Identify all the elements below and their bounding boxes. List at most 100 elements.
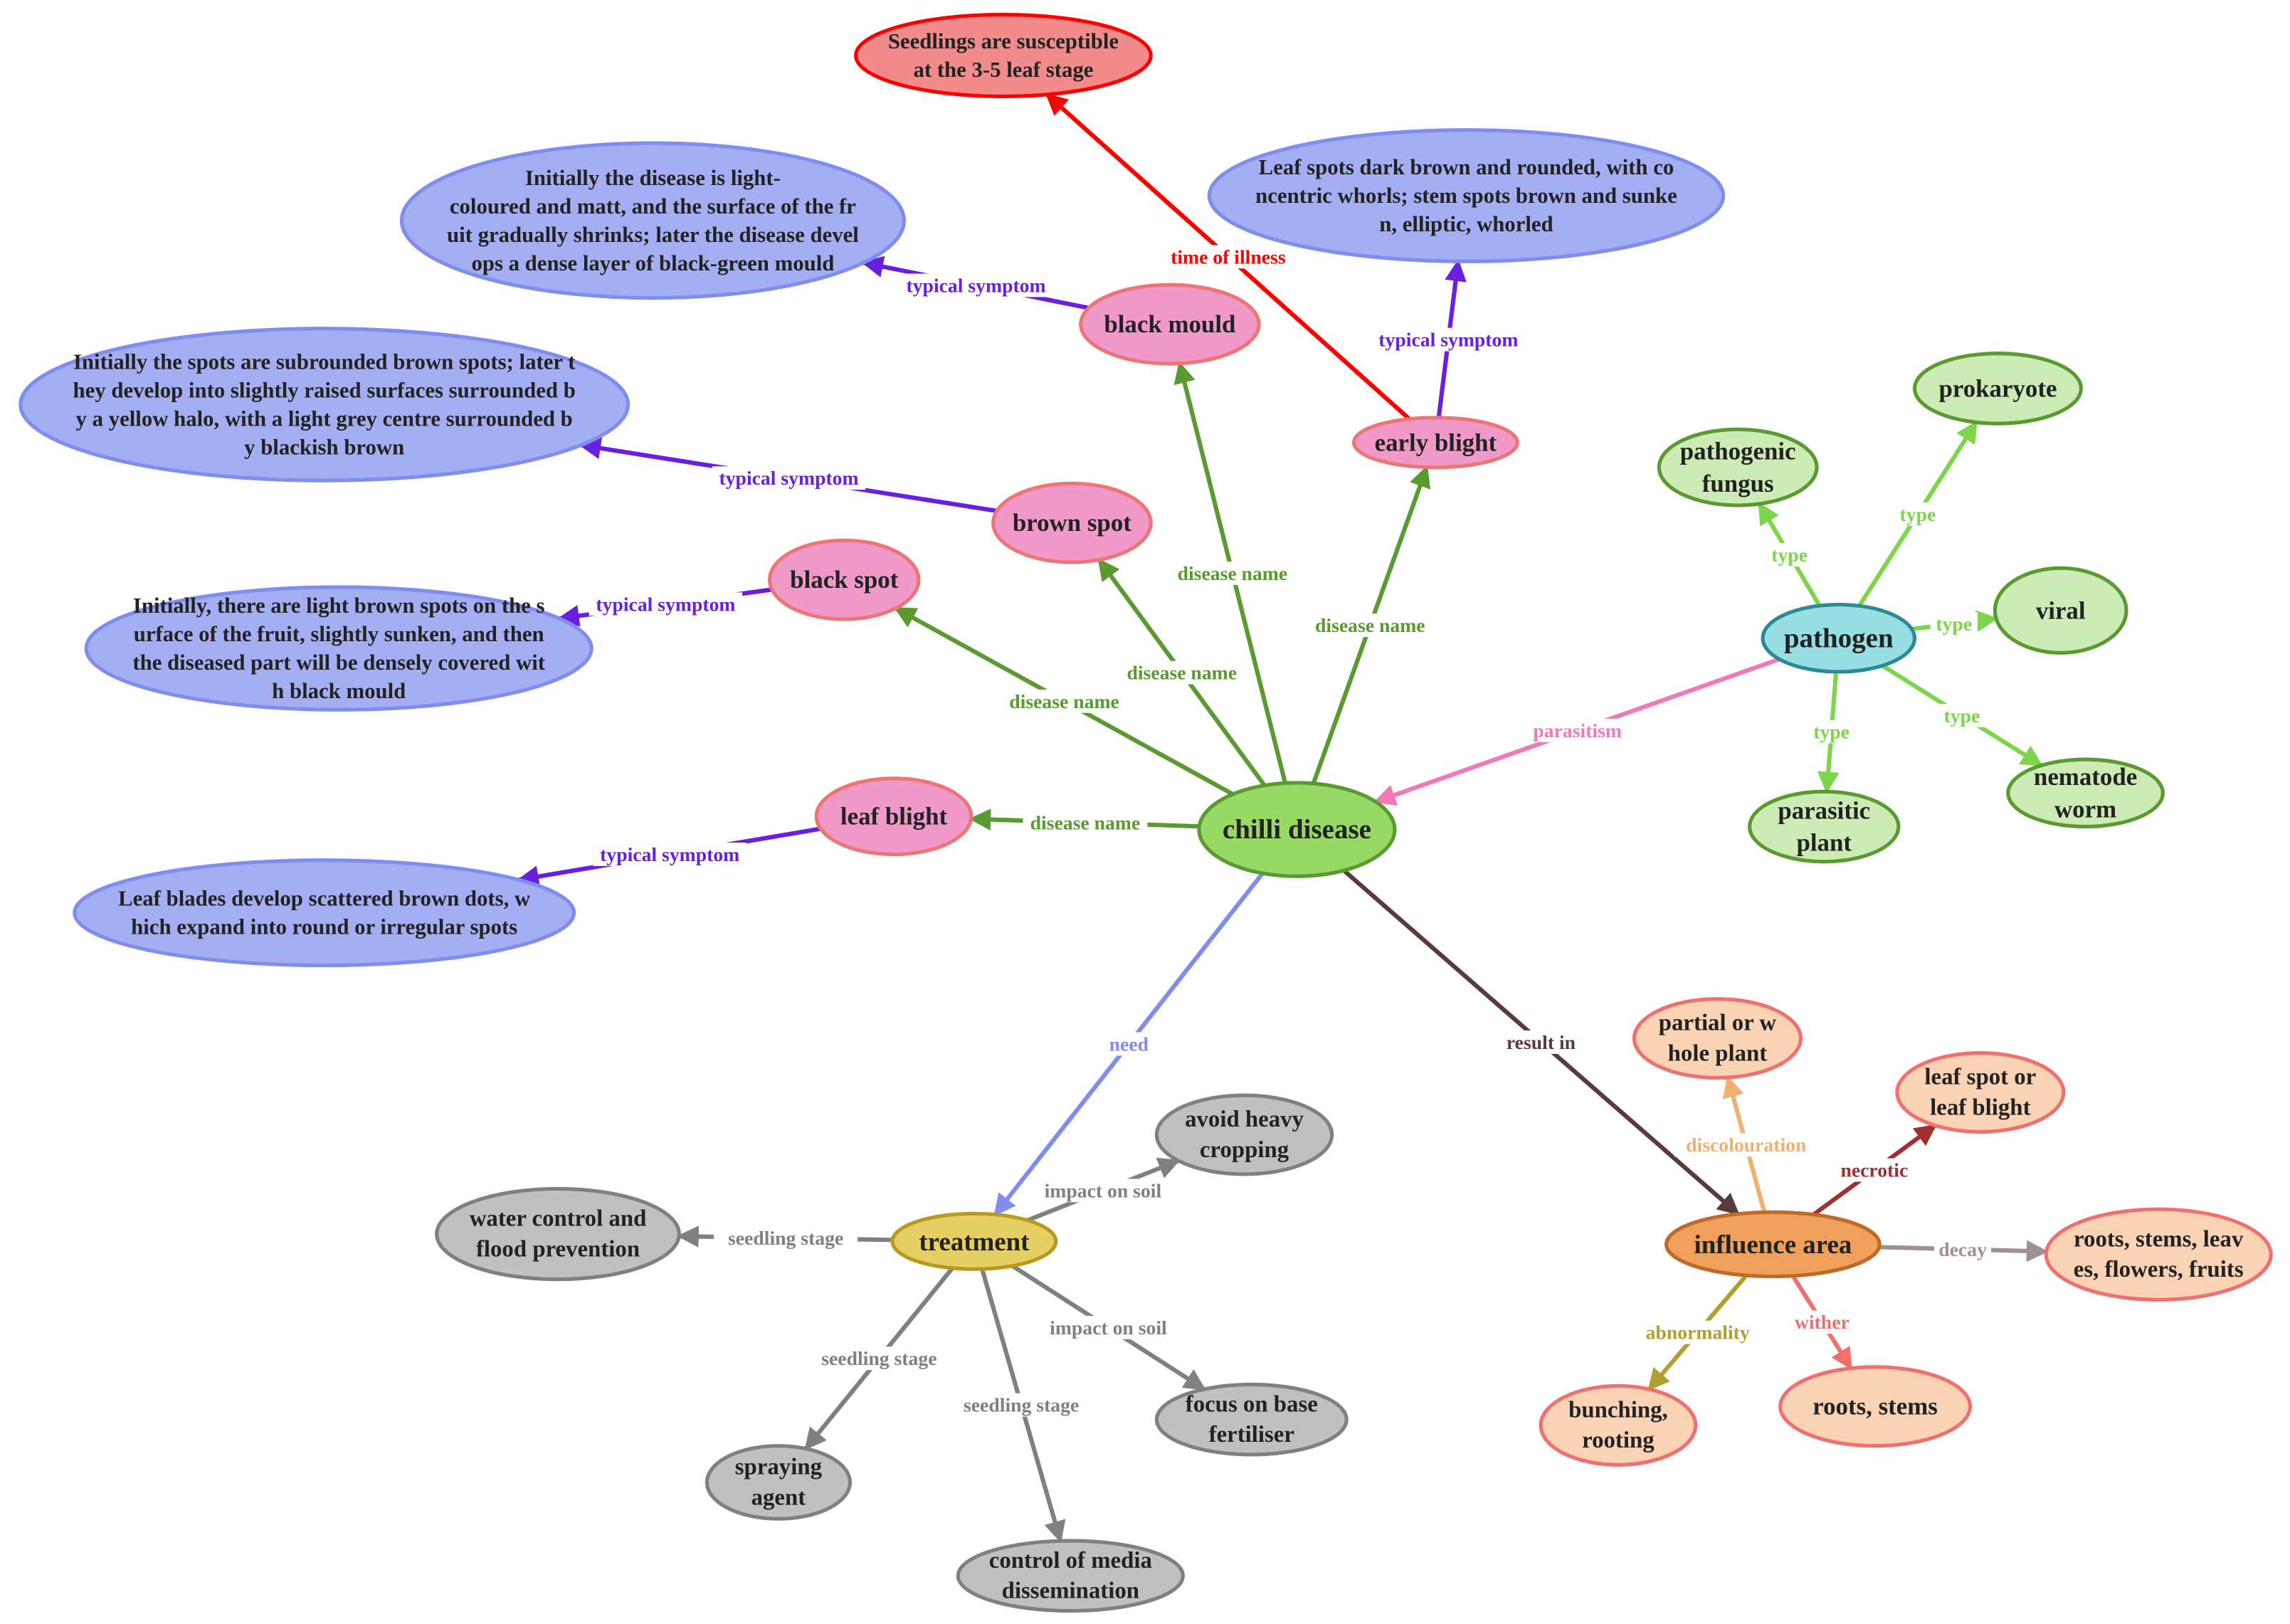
node-shape[interactable] <box>854 12 1153 99</box>
node-organs[interactable]: roots, stems, leav es, flowers, fruits <box>2044 1207 2273 1302</box>
edge-influence-to-bunching: abnormality <box>1640 1274 1756 1391</box>
node-label-line: plant <box>1796 829 1852 857</box>
node-sym-leaf[interactable]: Leaf blades develop scattered brown dots… <box>73 858 576 968</box>
node-label-line: control of media <box>989 1548 1152 1573</box>
edge-label: type <box>1936 613 1972 635</box>
node-bunching[interactable]: bunching, rooting <box>1539 1383 1698 1467</box>
edge-chilli-to-early_blight: disease name <box>1307 465 1432 784</box>
edge-label: impact on soil <box>1050 1317 1167 1339</box>
node-label-line: es, flowers, fruits <box>2074 1257 2244 1282</box>
node-label-line: parasitic <box>1778 796 1870 824</box>
edge-label: disease name <box>1009 690 1119 712</box>
node-label-line: black mould <box>1104 310 1235 338</box>
node-black-spot[interactable]: black spot <box>768 538 921 621</box>
edge-pathogen-to-parasitic_plant: type <box>1808 671 1855 794</box>
node-leaf-blight[interactable]: leaf blight <box>814 776 973 857</box>
edge-brown_spot-to-sym_brown: typical symptom <box>579 437 998 513</box>
node-label-line: Initially, there are light brown spots o… <box>133 594 545 618</box>
edge-label: seedling stage <box>728 1227 843 1249</box>
node-media[interactable]: control of media dissemination <box>956 1539 1185 1613</box>
edge-label: type <box>1771 544 1808 566</box>
edge-influence-to-leafspot: necrotic <box>1812 1124 1937 1217</box>
node-label-line: leaf spot or <box>1924 1065 2036 1090</box>
node-water[interactable]: water control and flood prevention <box>435 1186 681 1282</box>
node-label-line: brown spot <box>1013 509 1131 537</box>
node-sym-black-spot[interactable]: Initially, there are light brown spots o… <box>84 585 593 712</box>
node-label-line: early blight <box>1375 428 1497 456</box>
edge-label: parasitism <box>1533 719 1622 742</box>
node-label-line: focus on base <box>1186 1391 1318 1417</box>
node-avoid[interactable]: avoid heavy cropping <box>1154 1093 1334 1176</box>
node-fertiliser[interactable]: focus on base fertiliser <box>1154 1382 1349 1457</box>
node-label-line: chilli disease <box>1223 814 1371 845</box>
edge-label: typical symptom <box>1378 329 1518 351</box>
node-brown-spot[interactable]: brown spot <box>991 481 1153 564</box>
node-sym-early[interactable]: Leaf spots dark brown and rounded, with … <box>1207 128 1726 263</box>
node-label-line: urface of the fruit, slightly sunken, an… <box>134 622 544 646</box>
node-label-line: agent <box>751 1485 806 1510</box>
edge-early_blight-to-sym_early: typical symptom <box>1371 259 1526 418</box>
node-label-line: hey develop into slightly raised surface… <box>73 378 576 402</box>
edge-pathogen-to-fungus: type <box>1757 502 1822 607</box>
knowledge-graph: time of illness typical symptom typical sy… <box>19 12 2273 1613</box>
edge-label: seedling stage <box>964 1394 1079 1416</box>
edge-influence-to-organs: decay <box>1879 1238 2049 1262</box>
edge-label: seedling stage <box>821 1347 936 1369</box>
node-shape[interactable] <box>73 858 576 968</box>
edge-label: abnormality <box>1646 1322 1750 1344</box>
node-rootsstems[interactable]: roots, stems <box>1778 1365 1973 1448</box>
edge-label: necrotic <box>1840 1159 1908 1181</box>
edge-pathogen-to-nematode: type <box>1881 663 2044 768</box>
edge-treatment-to-water: seedling stage <box>677 1225 893 1250</box>
node-label-line: flood prevention <box>476 1236 640 1262</box>
node-label-line: n, elliptic, whorled <box>1379 212 1553 236</box>
node-chilli[interactable]: chilli disease <box>1197 781 1397 878</box>
edge-leaf_blight-to-sym_leaf: typical symptom <box>517 826 821 887</box>
node-label-line: ops a dense layer of black-green mould <box>471 251 834 275</box>
node-label-line: partial or w <box>1659 1011 1777 1036</box>
node-treatment[interactable]: treatment <box>890 1211 1058 1271</box>
node-shape[interactable] <box>435 1186 681 1282</box>
edge-treatment-to-fertiliser: impact on soil <box>1011 1264 1206 1391</box>
node-label-line: y a yellow halo, with a light grey centr… <box>76 406 573 431</box>
node-label-line: leaf blight <box>1930 1095 2030 1120</box>
node-label-line: Leaf blades develop scattered brown dots… <box>118 887 531 911</box>
node-leafspot[interactable]: leaf spot or leaf blight <box>1895 1051 2066 1134</box>
edge-label: disease name <box>1126 662 1237 684</box>
edge-treatment-to-media: seedling stage <box>949 1268 1094 1544</box>
node-partial[interactable]: partial or w hole plant <box>1632 997 1803 1080</box>
node-influence[interactable]: influence area <box>1664 1210 1882 1279</box>
edge-label: decay <box>1938 1238 1987 1260</box>
node-sym-brown[interactable]: Initially the spots are subrounded brown… <box>19 327 630 483</box>
node-sym-mould[interactable]: Initially the disease is light-coloured … <box>399 141 906 300</box>
edge-label: impact on soil <box>1045 1179 1162 1201</box>
node-label-line: influence area <box>1694 1230 1852 1259</box>
edge-label: need <box>1109 1033 1149 1055</box>
node-label-line: fungus <box>1702 470 1774 497</box>
edge-black_mould-to-sym_mould: typical symptom <box>861 255 1089 310</box>
node-early-blight[interactable]: early blight <box>1351 416 1519 470</box>
node-spraying[interactable]: spraying agent <box>705 1444 853 1521</box>
node-parasitic-plant[interactable]: parasitic plant <box>1748 789 1901 864</box>
node-label-line: Leaf spots dark brown and rounded, with … <box>1259 155 1674 179</box>
node-nematode[interactable]: nematode worm <box>2006 757 2165 829</box>
edge-label: discolouration <box>1686 1134 1806 1156</box>
node-label-line: hole plant <box>1668 1040 1768 1066</box>
edge-label: time of illness <box>1171 246 1286 268</box>
node-pathogen[interactable]: pathogen <box>1761 603 1917 674</box>
node-shape[interactable] <box>2044 1207 2273 1302</box>
edge-label: type <box>1944 705 1980 727</box>
node-label-line: y blackish brown <box>244 435 404 459</box>
knowledge-graph-canvas: time of illness typical symptom typical sy… <box>0 0 2290 1624</box>
edge-influence-to-partial: discolouration <box>1674 1075 1818 1213</box>
node-fungus[interactable]: pathogenic fungus <box>1657 427 1819 507</box>
node-viral[interactable]: viral <box>1993 566 2128 655</box>
node-seedlings[interactable]: Seedlings are susceptible at the 3-5 leaf… <box>854 12 1153 99</box>
edge-pathogen-to-viral: type <box>1911 610 1999 636</box>
node-black-mould[interactable]: black mould <box>1079 283 1261 366</box>
edge-label: type <box>1900 503 1936 525</box>
node-label-line: leaf blight <box>840 803 948 831</box>
node-label-line: the diseased part will be densely covere… <box>132 650 545 675</box>
node-prokaryote[interactable]: prokaryote <box>1912 352 2083 426</box>
edge-influence-to-rootsstems: wither <box>1788 1275 1856 1371</box>
